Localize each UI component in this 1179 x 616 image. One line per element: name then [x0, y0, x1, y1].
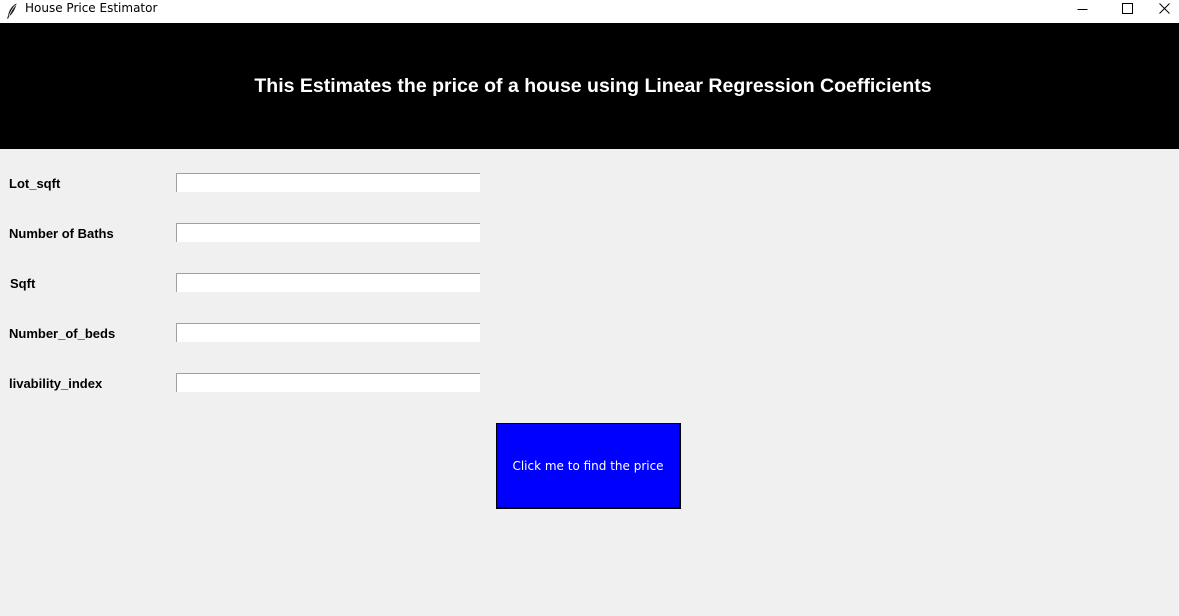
number-of-baths-input[interactable]	[176, 223, 480, 242]
title-bar[interactable]: House Price Estimator	[0, 0, 1179, 23]
livability-index-label: livability_index	[9, 376, 103, 391]
maximize-icon[interactable]	[1105, 0, 1150, 16]
number-of-baths-label: Number of Baths	[9, 226, 114, 241]
find-price-button[interactable]: Click me to find the price	[496, 423, 681, 509]
lot-sqft-input[interactable]	[176, 173, 480, 192]
sqft-label: Sqft	[10, 276, 36, 291]
banner-title: This Estimates the price of a house usin…	[254, 75, 932, 97]
feather-icon	[6, 3, 18, 19]
number-of-beds-label: Number_of_beds	[9, 326, 116, 341]
livability-index-input[interactable]	[176, 373, 480, 392]
app-window: House Price Estimator This Estimates the…	[0, 0, 1179, 616]
number-of-beds-input[interactable]	[176, 323, 480, 342]
header-banner: This Estimates the price of a house usin…	[0, 23, 1179, 149]
sqft-input[interactable]	[176, 273, 480, 292]
minimize-icon[interactable]	[1060, 0, 1105, 16]
close-icon[interactable]	[1150, 0, 1179, 16]
lot-sqft-label: Lot_sqft	[9, 176, 61, 191]
window-title: House Price Estimator	[25, 1, 158, 15]
